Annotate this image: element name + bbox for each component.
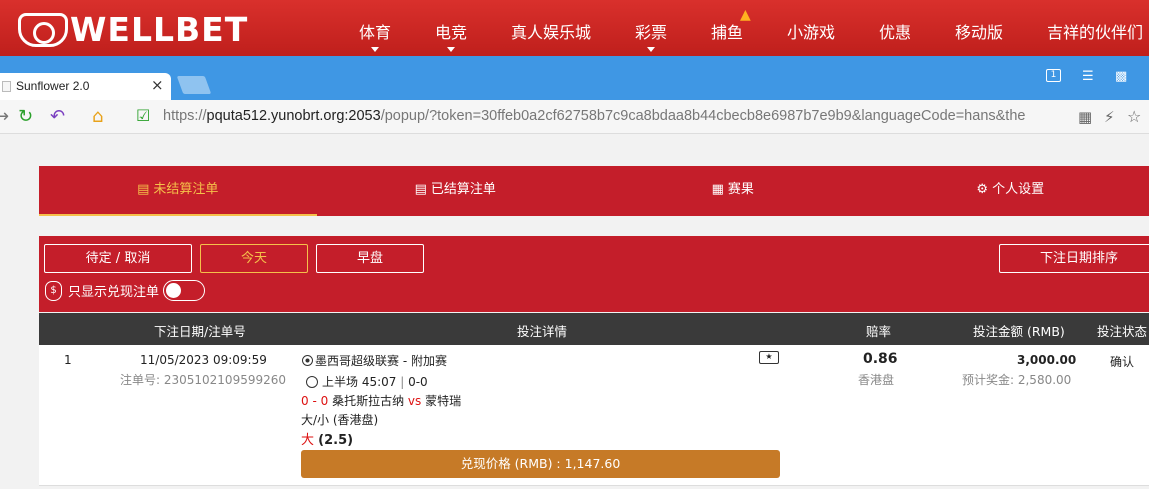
star-icon[interactable]: ☆ (1127, 107, 1141, 126)
match-period: 上半场 45:07 (322, 375, 397, 389)
selection: 大 (301, 433, 315, 448)
estimated-payout: 预计奖金: 2,580.00 (962, 373, 1072, 387)
nav-mobile[interactable]: 移动版 (955, 19, 1003, 43)
odds-value: 0.86 (863, 351, 898, 367)
brand-logo[interactable]: WELLBET (18, 10, 248, 49)
home-team: 桑托斯拉古纳 (332, 394, 405, 408)
selection-line: 大 (2.5) (301, 429, 353, 448)
league-name: 墨西哥超级联赛 - 附加赛 (315, 354, 447, 368)
browser-tab[interactable]: Sunflower 2.0 × (0, 73, 171, 100)
cashout-button[interactable]: 兑现价格 (RMB) : 1,147.60 (301, 450, 780, 478)
nav-promotions[interactable]: 优惠 (879, 19, 911, 43)
url-input[interactable]: https://pquta512.yunobrt.org:2053/popup/… (163, 108, 1025, 124)
browser-tabbar: Sunflower 2.0 × 1 ☰ ▩ (0, 56, 1149, 100)
handicap-line: (2.5) (318, 433, 354, 448)
header-odds: 赔率 (866, 324, 892, 339)
skin-icon[interactable]: ▩ (1115, 69, 1127, 84)
nav-lottery[interactable]: 彩票 (635, 19, 667, 43)
url-path: /popup/?token=30ffeb0a2cf62758b7c9ca8bda… (380, 108, 1026, 124)
bet-date: 11/05/2023 09:09:59 (140, 353, 267, 367)
chevron-down-icon (371, 47, 379, 52)
chat-icon[interactable]: ★ (759, 351, 779, 364)
odds-type: 香港盘 (858, 373, 895, 387)
today-button[interactable]: 今天 (200, 244, 308, 273)
early-market-button[interactable]: 早盘 (316, 244, 424, 273)
bet-number: 注单号: 2305102109599260 (120, 373, 287, 387)
cashout-only-toggle[interactable] (163, 280, 206, 301)
tab-title: Sunflower 2.0 (16, 79, 90, 93)
nav-esports[interactable]: 电竞 (435, 19, 467, 43)
tab-label: 未结算注单 (153, 182, 219, 197)
window-list-icon[interactable]: 1 (1046, 69, 1061, 82)
new-tab-button[interactable] (176, 76, 212, 94)
stopwatch-icon (306, 376, 318, 388)
table-row: 1 11/05/2023 09:09:59 注单号: 2305102109599… (39, 345, 1149, 486)
address-bar: → ↻ ↶ ⌂ ☑ https://pquta512.yunobrt.org:2… (0, 100, 1149, 134)
table-header: 下注日期/注单号 投注详情 赔率 投注金额 (RMB) 投注状态 (39, 313, 1149, 345)
period-score: 0-0 (408, 375, 428, 389)
cashout-filter: $ 只显示兑现注单 (45, 280, 206, 301)
tab-results[interactable]: ▦ 赛果 (594, 166, 872, 216)
site-header: WELLBET 体育 电竞 真人娱乐城 彩票 捕鱼 ▲ 小游戏 优惠 移动版 吉… (0, 0, 1149, 56)
separator: | (396, 375, 409, 389)
forward-icon[interactable]: → (0, 106, 9, 127)
bets-panel: ▤ 未结算注单 ▤ 已结算注单 ▦ 赛果 ⚙ 个人设置 待定 / 取消 今天 早盘 下注… (39, 166, 1149, 486)
chevron-down-icon (447, 47, 455, 52)
money-bag-icon: $ (45, 280, 62, 301)
header-details: 投注详情 (517, 324, 568, 339)
menu-icon[interactable]: ☰ (1082, 69, 1094, 84)
flame-icon: ▲ (740, 7, 751, 23)
row-index: 1 (64, 353, 72, 367)
tab-label: 赛果 (727, 182, 754, 197)
url-host: pquta512.yunobrt.org:2053 (206, 108, 381, 124)
tab-settled[interactable]: ▤ 已结算注单 (317, 166, 595, 216)
teams-line: 0 - 0 桑托斯拉古纳 vs 蒙特瑞 (301, 392, 461, 409)
pending-cancel-button[interactable]: 待定 / 取消 (44, 244, 192, 273)
nav-live-casino[interactable]: 真人娱乐城 (511, 19, 591, 43)
tab-label: 个人设置 (992, 182, 1045, 197)
header-amount: 投注金额 (RMB) (973, 324, 1065, 339)
unsettled-icon: ▤ (137, 182, 150, 197)
page-icon (2, 81, 11, 92)
bet-amount: 3,000.00 (1017, 353, 1077, 367)
current-score: 0 - 0 (301, 394, 329, 408)
bet-tabs: ▤ 未结算注单 ▤ 已结算注单 ▦ 赛果 ⚙ 个人设置 (39, 166, 1149, 216)
sort-by-date-button[interactable]: 下注日期排序 (999, 244, 1149, 273)
shield-icon: ☑ (136, 106, 151, 125)
market-type: 大/小 (香港盘) (301, 413, 379, 427)
brand-name: WELLBET (70, 10, 249, 49)
league-line: 墨西哥超级联赛 - 附加赛 (302, 352, 447, 369)
tab-unsettled[interactable]: ▤ 未结算注单 (39, 166, 317, 216)
cashout-only-label: 只显示兑现注单 (68, 285, 160, 300)
gear-icon: ⚙ (976, 182, 989, 197)
soccer-ball-icon (302, 355, 313, 366)
tab-label: 已结算注单 (430, 182, 496, 197)
nav-partners[interactable]: 吉祥的伙伴们 (1047, 19, 1143, 43)
tab-settings[interactable]: ⚙ 个人设置 (872, 166, 1149, 216)
settled-icon: ▤ (414, 182, 427, 197)
nav-mini-games[interactable]: 小游戏 (787, 19, 835, 43)
vs-label: vs (407, 394, 422, 408)
filter-bar: 待定 / 取消 今天 早盘 下注日期排序 $ 只显示兑现注单 (39, 236, 1149, 312)
home-icon[interactable]: ⌂ (92, 106, 103, 127)
logo-icon (18, 12, 68, 47)
url-scheme: https:// (163, 108, 207, 124)
undo-icon[interactable]: ↶ (50, 106, 65, 127)
refresh-icon[interactable]: ↻ (18, 106, 33, 127)
qr-code-icon[interactable]: ▦ (1078, 108, 1092, 126)
nav-fishing[interactable]: 捕鱼 (711, 19, 743, 43)
chevron-down-icon (647, 47, 655, 52)
lightning-icon[interactable]: ⚡ (1104, 108, 1115, 126)
header-status: 投注状态 (1097, 324, 1148, 339)
close-icon[interactable]: × (151, 76, 164, 94)
nav-sports[interactable]: 体育 (359, 19, 391, 43)
match-time-line: 上半场 45:07 | 0-0 (306, 373, 428, 390)
header-date: 下注日期/注单号 (154, 324, 246, 339)
bet-status: 确认 (1110, 355, 1135, 369)
results-icon: ▦ (711, 182, 724, 197)
away-team: 蒙特瑞 (425, 394, 462, 408)
